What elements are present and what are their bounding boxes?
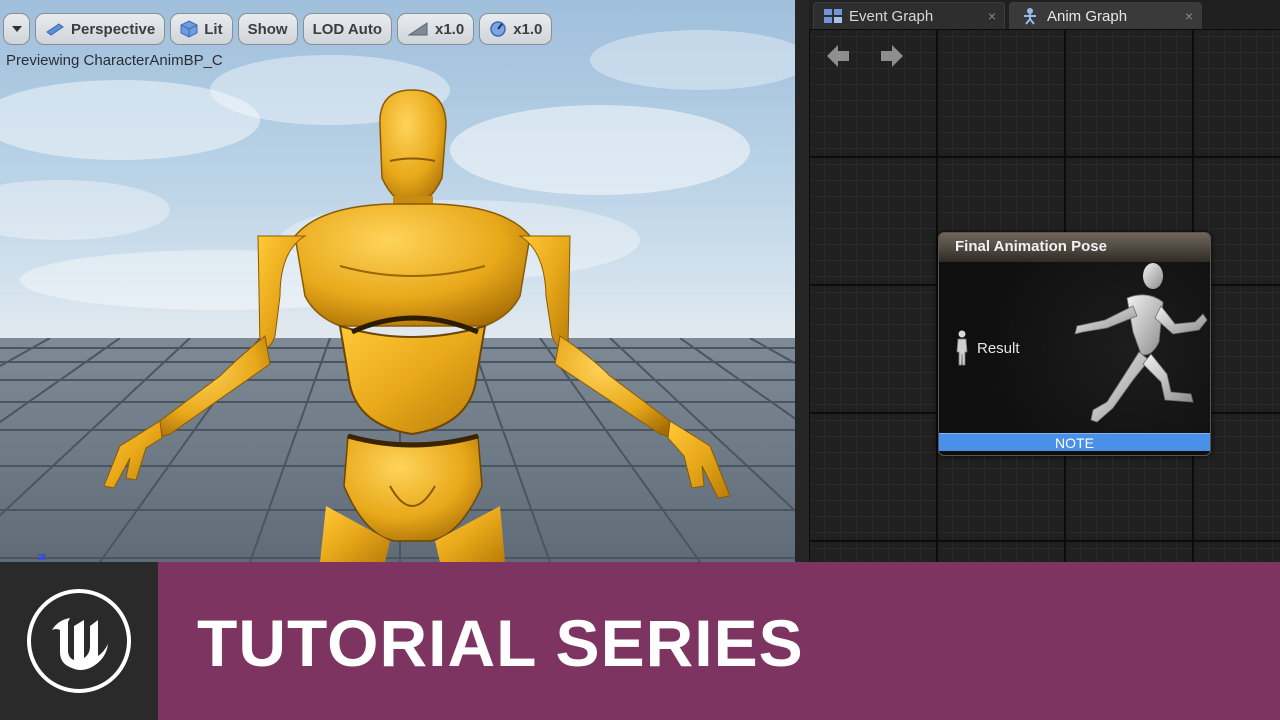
arrow-right-icon[interactable] xyxy=(879,43,905,69)
result-pin-label: Result xyxy=(977,339,1020,357)
close-icon[interactable]: × xyxy=(988,8,996,24)
speed-gauge-icon xyxy=(490,21,506,37)
preview-status-text: Previewing CharacterAnimBP_C xyxy=(6,52,223,69)
panel-splitter[interactable] xyxy=(795,0,809,562)
lod-label: LOD Auto xyxy=(312,20,382,38)
tutorial-thumbnail: Perspective Lit Show LOD Auto x1.0 x1.0 … xyxy=(0,0,1280,720)
node-note-bar[interactable]: NOTE xyxy=(939,433,1210,451)
preview-viewport[interactable]: Perspective Lit Show LOD Auto x1.0 x1.0 … xyxy=(0,0,795,562)
tutorial-banner: TUTORIAL SERIES xyxy=(0,562,1280,720)
result-pin[interactable]: Result xyxy=(955,330,1020,366)
pose-pin-icon xyxy=(956,330,968,366)
anim-graph-icon xyxy=(1024,8,1036,25)
anim-graph-canvas[interactable]: Final Animation Pose Result NOTE xyxy=(809,29,1280,562)
chevron-down-icon xyxy=(11,26,22,32)
final-animation-pose-node[interactable]: Final Animation Pose Result NOTE xyxy=(938,232,1211,456)
perspective-label: Perspective xyxy=(71,20,156,38)
play-rate-button[interactable]: x1.0 xyxy=(397,13,475,45)
lit-cube-icon xyxy=(180,20,198,38)
running-mannequin-icon xyxy=(1074,263,1208,423)
tab-anim-graph[interactable]: Anim Graph × xyxy=(1009,2,1202,29)
play-rate-icon xyxy=(407,22,428,36)
tab-event-graph-label: Event Graph xyxy=(849,7,934,25)
close-icon[interactable]: × xyxy=(1185,8,1193,24)
tab-anim-graph-label: Anim Graph xyxy=(1047,7,1128,25)
event-graph-icon xyxy=(824,9,842,23)
speed-button[interactable]: x1.0 xyxy=(479,13,553,45)
show-label: Show xyxy=(247,20,288,38)
speed-label: x1.0 xyxy=(513,20,543,38)
arrow-left-icon[interactable] xyxy=(825,43,851,69)
lod-button[interactable]: LOD Auto xyxy=(302,13,392,45)
lit-button[interactable]: Lit xyxy=(170,13,233,45)
node-title: Final Animation Pose xyxy=(939,233,1210,262)
viewport-options-button[interactable] xyxy=(3,13,30,45)
perspective-button[interactable]: Perspective xyxy=(35,13,166,45)
axis-gizmo-icon xyxy=(37,554,47,560)
play-rate-label: x1.0 xyxy=(435,20,465,38)
character-mannequin xyxy=(103,89,731,562)
graph-panel: Event Graph × Anim Graph × Final Animati… xyxy=(809,0,1280,562)
unreal-engine-logo xyxy=(27,589,131,693)
perspective-icon xyxy=(46,23,64,36)
banner-title: TUTORIAL SERIES xyxy=(197,606,804,680)
graph-tab-bar: Event Graph × Anim Graph × xyxy=(809,0,1280,29)
viewport-toolbar: Perspective Lit Show LOD Auto x1.0 x1.0 xyxy=(0,12,553,46)
logo-block xyxy=(0,562,158,720)
tab-event-graph[interactable]: Event Graph × xyxy=(813,2,1005,29)
show-button[interactable]: Show xyxy=(237,13,298,45)
node-body: Result xyxy=(939,262,1210,433)
lit-label: Lit xyxy=(204,20,223,38)
